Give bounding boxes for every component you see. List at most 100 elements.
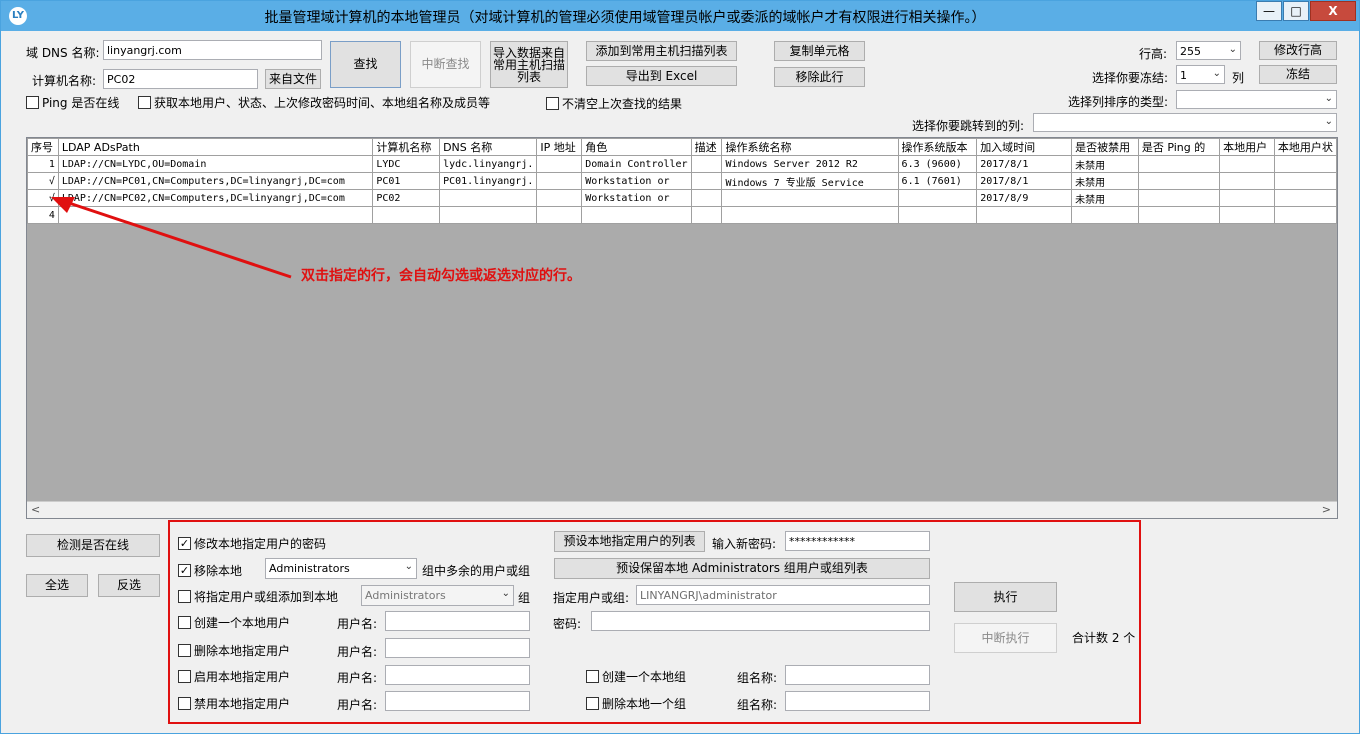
table-cell[interactable]: [721, 206, 899, 224]
table-cell[interactable]: Workstation or: [581, 172, 692, 190]
from-file-button[interactable]: 来自文件: [265, 69, 321, 89]
column-header[interactable]: 加入域时间: [976, 138, 1073, 156]
ping-online-checkbox[interactable]: Ping 是否在线: [26, 94, 119, 111]
table-cell[interactable]: [1219, 189, 1275, 207]
get-local-info-checkbox[interactable]: 获取本地用户、状态、上次修改密码时间、本地组名称及成员等: [138, 94, 490, 111]
table-cell[interactable]: [439, 189, 538, 207]
table-cell[interactable]: Domain Controller: [581, 155, 692, 173]
specified-user-input[interactable]: LINYANGRJ\administrator: [636, 585, 930, 605]
table-cell[interactable]: LYDC: [372, 155, 441, 173]
table-cell[interactable]: lydc.linyangrj.: [439, 155, 538, 173]
table-cell[interactable]: [690, 189, 723, 207]
column-header[interactable]: 本地用户: [1219, 138, 1275, 156]
remove-row-button[interactable]: 移除此行: [774, 67, 865, 87]
table-cell[interactable]: Workstation or: [581, 189, 692, 207]
table-cell[interactable]: [1219, 206, 1275, 224]
dns-input[interactable]: linyangrj.com: [103, 40, 322, 60]
table-cell[interactable]: [581, 206, 692, 224]
checkbox-box[interactable]: [178, 590, 191, 603]
table-cell[interactable]: [1071, 206, 1139, 224]
checkbox-checked-icon[interactable]: ✓: [178, 564, 191, 577]
table-cell[interactable]: 2017/8/9: [976, 189, 1073, 207]
scroll-left-icon[interactable]: <: [31, 503, 40, 516]
checkbox-checked-icon[interactable]: ✓: [178, 537, 191, 550]
computer-name-input[interactable]: PC02: [103, 69, 258, 89]
preset-admins-button[interactable]: 预设保留本地 Administrators 组用户或组列表: [554, 558, 930, 579]
modify-row-height-button[interactable]: 修改行高: [1259, 41, 1337, 60]
new-password-input[interactable]: ************: [785, 531, 930, 551]
table-cell[interactable]: PC01.linyangrj.: [439, 172, 538, 190]
sort-type-select[interactable]: ⌄: [1176, 90, 1337, 109]
close-button[interactable]: X: [1310, 1, 1356, 21]
row-height-select[interactable]: 255 ⌄: [1176, 41, 1241, 60]
export-excel-button[interactable]: 导出到 Excel: [586, 66, 737, 86]
table-cell[interactable]: Windows 7 专业版 Service: [721, 172, 899, 190]
preset-users-button[interactable]: 预设本地指定用户的列表: [554, 531, 705, 552]
import-scan-list-button[interactable]: 导入数据来自常用主机扫描列表: [490, 41, 568, 88]
checkbox-box[interactable]: [546, 97, 559, 110]
table-cell[interactable]: [1137, 206, 1221, 224]
column-header[interactable]: 本地用户状: [1273, 138, 1337, 156]
create-username-input[interactable]: [385, 611, 530, 631]
table-cell[interactable]: [1137, 172, 1221, 190]
table-cell[interactable]: PC02: [372, 189, 441, 207]
table-cell[interactable]: [536, 189, 583, 207]
copy-cell-button[interactable]: 复制单元格: [774, 41, 865, 61]
column-header[interactable]: 描述: [690, 138, 723, 156]
remove-local-checkbox[interactable]: ✓ 移除本地: [178, 562, 242, 579]
enable-user-checkbox[interactable]: 启用本地指定用户: [178, 668, 290, 685]
row-index-cell[interactable]: 1: [27, 155, 59, 173]
maximize-button[interactable]: □: [1283, 1, 1309, 21]
table-cell[interactable]: [1273, 155, 1337, 173]
find-button[interactable]: 查找: [330, 41, 401, 88]
checkbox-box[interactable]: [178, 670, 191, 683]
table-cell[interactable]: [690, 155, 723, 173]
table-cell[interactable]: [897, 189, 978, 207]
column-header[interactable]: 操作系统版本: [897, 138, 978, 156]
table-row[interactable]: 1 LDAP://CN=LYDC,OU=Domain LYDC lydc.linyan…: [27, 155, 1337, 173]
delete-group-name-input[interactable]: [785, 691, 930, 711]
remove-group-select[interactable]: Administrators ⌄: [265, 558, 417, 579]
column-header[interactable]: 是否被禁用: [1071, 138, 1139, 156]
checkbox-box[interactable]: [178, 697, 191, 710]
disable-user-checkbox[interactable]: 禁用本地指定用户: [178, 695, 290, 712]
minimize-button[interactable]: —: [1256, 1, 1282, 21]
table-cell[interactable]: 未禁用: [1071, 189, 1139, 207]
column-header[interactable]: 是否 Ping 的: [1137, 138, 1221, 156]
table-cell[interactable]: 6.3 (9600): [897, 155, 978, 173]
horizontal-scrollbar[interactable]: < >: [27, 501, 1337, 518]
table-cell[interactable]: [439, 206, 538, 224]
invert-selection-button[interactable]: 反选: [98, 574, 160, 597]
column-header[interactable]: IP 地址: [536, 138, 583, 156]
table-cell[interactable]: [1273, 172, 1337, 190]
table-cell[interactable]: PC01: [372, 172, 441, 190]
table-cell[interactable]: [1219, 155, 1275, 173]
column-header[interactable]: DNS 名称: [439, 138, 538, 156]
table-cell[interactable]: [372, 206, 441, 224]
table-cell[interactable]: [721, 189, 899, 207]
checkbox-box[interactable]: [586, 697, 599, 710]
add-group-select[interactable]: Administrators ⌄: [361, 585, 514, 606]
checkbox-box[interactable]: [178, 644, 191, 657]
delete-group-checkbox[interactable]: 删除本地一个组: [586, 695, 686, 712]
column-header[interactable]: 计算机名称: [372, 138, 441, 156]
no-clear-results-checkbox[interactable]: 不清空上次查找的结果: [546, 95, 682, 112]
table-cell[interactable]: 2017/8/1: [976, 172, 1073, 190]
table-cell[interactable]: [536, 206, 583, 224]
delete-user-checkbox[interactable]: 删除本地指定用户: [178, 642, 290, 659]
table-cell[interactable]: LDAP://CN=LYDC,OU=Domain: [57, 155, 374, 173]
table-cell[interactable]: [536, 155, 583, 173]
add-scan-list-button[interactable]: 添加到常用主机扫描列表: [586, 41, 737, 61]
freeze-column-select[interactable]: 1 ⌄: [1176, 65, 1225, 84]
row-index-cell[interactable]: √: [27, 172, 59, 190]
stop-find-button[interactable]: 中断查找: [410, 41, 481, 88]
disable-username-input[interactable]: [385, 691, 530, 711]
table-cell[interactable]: [1137, 155, 1221, 173]
password-input[interactable]: [591, 611, 930, 631]
table-cell[interactable]: Windows Server 2012 R2: [721, 155, 899, 173]
checkbox-box[interactable]: [138, 96, 151, 109]
column-header[interactable]: 操作系统名称: [721, 138, 899, 156]
freeze-button[interactable]: 冻结: [1259, 65, 1337, 84]
column-header[interactable]: 角色: [581, 138, 692, 156]
table-cell[interactable]: [690, 206, 723, 224]
